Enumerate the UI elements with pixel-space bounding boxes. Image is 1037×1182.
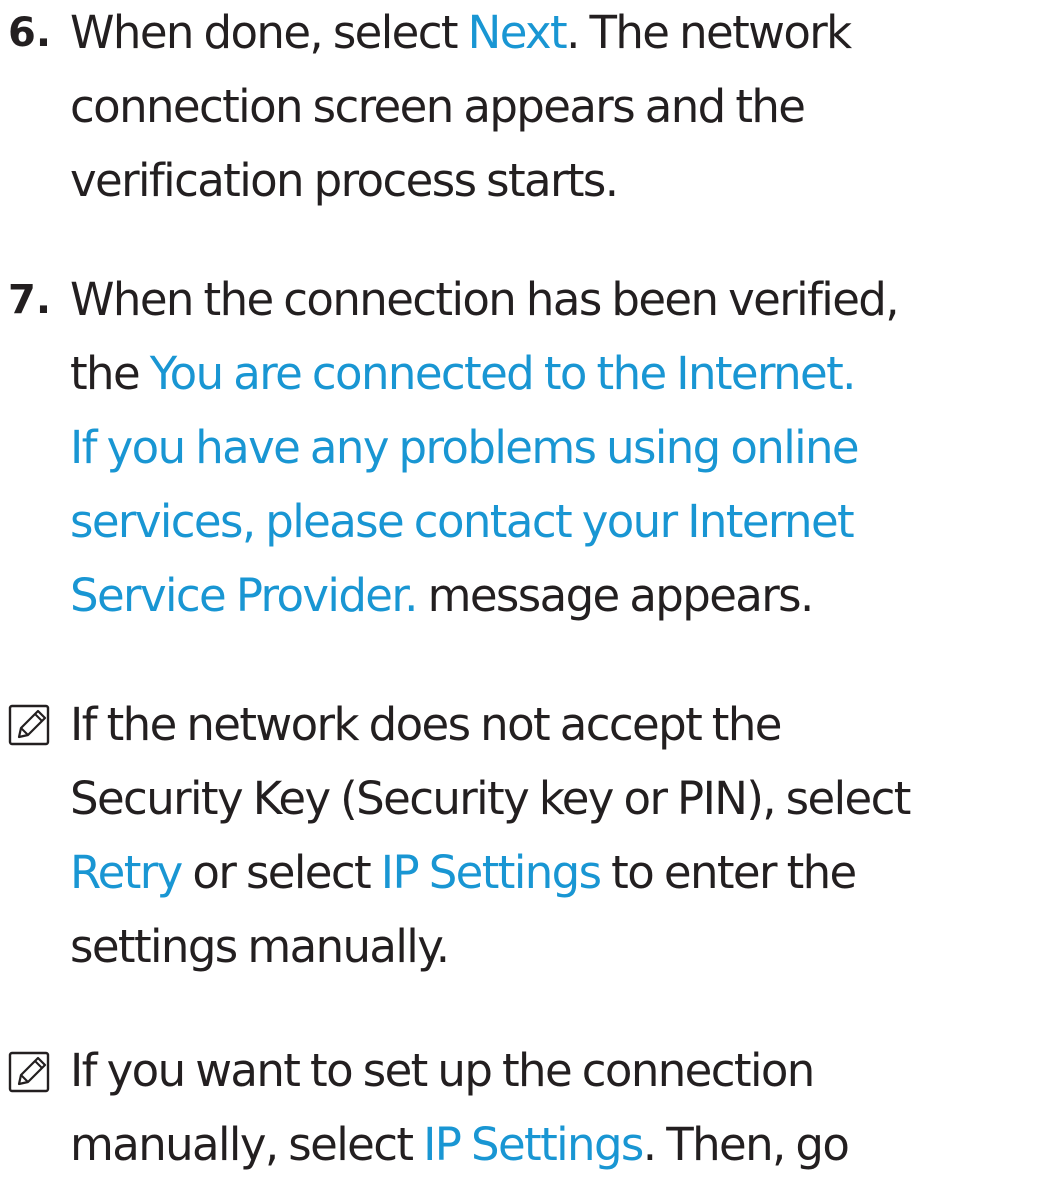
note-1-line-3: Retry or select IP Settings to enter the xyxy=(70,846,857,899)
note-1-line-2: Security Key (Security key or PIN), sele… xyxy=(70,772,911,825)
step-7-line-4: services, please contact your Internet xyxy=(70,495,855,548)
step-7-line-2: the You are connected to the Internet. xyxy=(70,347,857,400)
connected-message: You are connected to the Internet. xyxy=(149,347,857,400)
ip-settings-label: IP Settings xyxy=(380,846,602,899)
note-icon xyxy=(8,704,50,746)
step-6-line-3: verification process starts. xyxy=(70,154,619,207)
next-label: Next xyxy=(467,6,568,59)
step-6-line-2: connection screen appears and the xyxy=(70,80,806,133)
step-6-line-1: When done, select Next. The network xyxy=(70,6,852,59)
step-number: 6. xyxy=(8,10,52,56)
note-1-line-1: If the network does not accept the xyxy=(70,698,782,751)
step-7-line-1: When the connection has been verified, xyxy=(70,273,900,326)
ip-settings-label: IP Settings xyxy=(423,1118,644,1171)
manual-page: 6. When done, select Next. The network c… xyxy=(0,0,1037,1176)
step-number: 7. xyxy=(8,277,52,323)
note-icon xyxy=(8,1051,50,1093)
step-7-line-5: Service Provider. message appears. xyxy=(70,569,814,622)
step-7-line-3: If you have any problems using online xyxy=(70,421,860,474)
note-1-line-4: settings manually. xyxy=(70,920,450,973)
note-2-line-1: If you want to set up the connection xyxy=(70,1044,815,1097)
retry-label: Retry xyxy=(70,846,183,899)
note-2-line-2: manually, select IP Settings. Then, go xyxy=(70,1118,850,1171)
